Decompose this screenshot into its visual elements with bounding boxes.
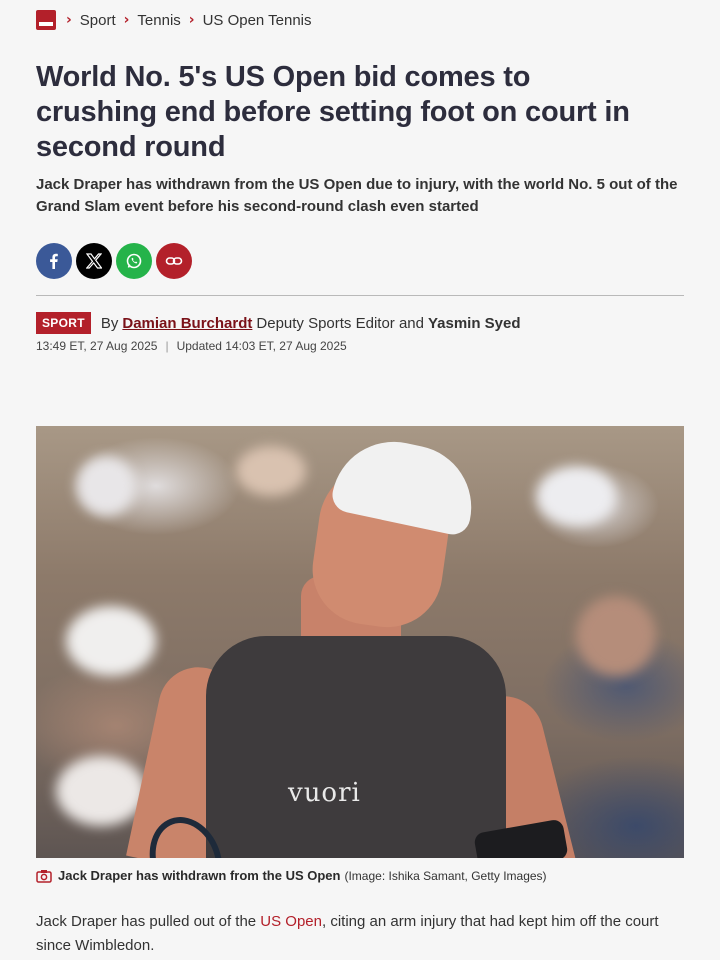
- share-bar: [36, 243, 192, 279]
- facebook-icon: [50, 253, 58, 269]
- breadcrumb-tennis[interactable]: Tennis: [137, 12, 180, 29]
- paragraph-text: Jack Draper has pulled out of the: [36, 913, 261, 930]
- copy-link-button[interactable]: [156, 243, 192, 279]
- author-link[interactable]: Damian Burchardt: [122, 315, 252, 332]
- facebook-share-button[interactable]: [36, 243, 72, 279]
- player-shirt: [206, 636, 506, 858]
- crowd-blur: [236, 446, 306, 496]
- divider: [36, 295, 684, 296]
- whatsapp-share-button[interactable]: [116, 243, 152, 279]
- author-role: Deputy Sports Editor and: [256, 314, 424, 332]
- article-paragraph: Jack Draper has pulled out of the US Ope…: [36, 910, 684, 958]
- byline-by: By: [100, 314, 119, 332]
- author-name: Yasmin Syed: [427, 314, 521, 332]
- section-tag[interactable]: SPORT: [36, 312, 91, 334]
- chevron-right-icon: ›: [66, 12, 72, 28]
- crowd-blur: [576, 596, 656, 676]
- crowd-blur: [76, 456, 136, 516]
- breadcrumb-sport[interactable]: Sport: [80, 12, 116, 29]
- x-icon: [86, 253, 102, 269]
- caption-text: Jack Draper has withdrawn from the US Op…: [58, 868, 341, 883]
- shirt-brand: vuori: [288, 778, 361, 808]
- date-separator: |: [165, 339, 169, 353]
- breadcrumb: › Sport › Tennis › US Open Tennis: [36, 8, 312, 32]
- chevron-right-icon: ›: [123, 12, 130, 28]
- x-share-button[interactable]: [76, 243, 112, 279]
- image-caption: Jack Draper has withdrawn from the US Op…: [36, 868, 547, 883]
- crowd-blur: [536, 466, 616, 526]
- camera-icon: [36, 869, 52, 883]
- crowd-blur: [56, 756, 146, 826]
- breadcrumb-us-open-tennis[interactable]: US Open Tennis: [203, 12, 312, 29]
- updated-date: Updated 14:03 ET, 27 Aug 2025: [176, 339, 347, 353]
- site-logo-icon[interactable]: [36, 10, 56, 30]
- article-standfirst: Jack Draper has withdrawn from the US Op…: [36, 176, 678, 215]
- article-dates: 13:49 ET, 27 Aug 2025 | Updated 14:03 ET…: [36, 339, 347, 353]
- us-open-link[interactable]: US Open: [260, 913, 322, 930]
- whatsapp-icon: [126, 253, 142, 269]
- byline: SPORT By Damian Burchardt Deputy Sports …: [36, 312, 521, 334]
- article-headline: World No. 5's US Open bid comes to crush…: [36, 61, 630, 163]
- caption-credit: (Image: Ishika Samant, Getty Images): [344, 868, 547, 883]
- chevron-right-icon: ›: [188, 12, 195, 28]
- published-date: 13:49 ET, 27 Aug 2025: [36, 339, 158, 353]
- hero-image[interactable]: vuori: [36, 426, 684, 858]
- crowd-blur: [66, 606, 156, 676]
- link-icon: [165, 257, 183, 265]
